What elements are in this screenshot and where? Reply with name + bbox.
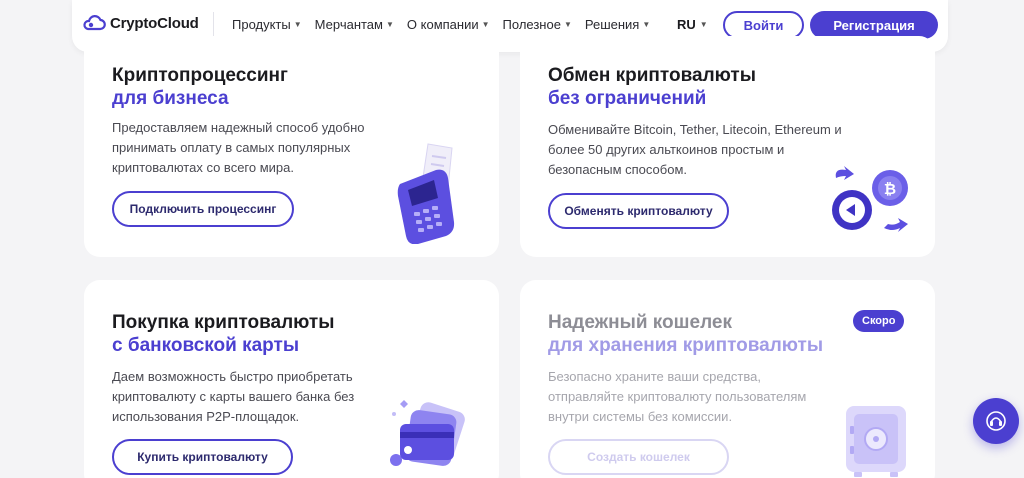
language-label: RU	[677, 17, 696, 32]
card-description: Предоставляем надежный способ удобно при…	[112, 120, 365, 175]
card-subtitle: без ограничений	[548, 88, 707, 109]
header-divider	[213, 12, 214, 38]
nav-label: О компании	[406, 17, 479, 32]
connect-processing-button[interactable]: Подключить процессинг	[112, 191, 294, 227]
register-button[interactable]: Регистрация	[810, 11, 938, 39]
support-chat-button[interactable]	[973, 398, 1019, 444]
card-title: Надежный кошелек	[548, 312, 732, 333]
chevron-down-icon: ▼	[699, 20, 708, 29]
exchange-crypto-button[interactable]: Обменять криптовалюту	[548, 193, 729, 229]
nav-label: Полезное	[502, 17, 561, 32]
language-selector[interactable]: RU ▼	[677, 17, 708, 32]
bank-cards-icon	[390, 400, 465, 466]
create-wallet-button[interactable]: Создать кошелек	[548, 439, 729, 475]
safe-icon	[846, 406, 906, 477]
card-processing: Криптопроцессинг для бизнеса Предоставля…	[84, 36, 499, 257]
card-title: Криптопроцессинг	[112, 65, 288, 86]
cloud-logo-icon	[83, 15, 106, 31]
chevron-down-icon: ▼	[385, 20, 394, 29]
card-subtitle: с банковской карты	[112, 335, 300, 356]
chevron-down-icon: ▼	[293, 20, 302, 29]
card-exchange: Обмен криптовалюты без ограничений Обмен…	[520, 36, 935, 257]
nav-item-merchants[interactable]: Мерчантам ▼	[315, 17, 394, 32]
nav-item-solutions[interactable]: Решения ▼	[585, 17, 650, 32]
pos-terminal-icon	[397, 143, 455, 244]
nav-label: Продукты	[232, 17, 291, 32]
card-description: Безопасно храните ваши средства, отправл…	[548, 369, 807, 424]
nav-label: Мерчантам	[314, 17, 383, 32]
login-button[interactable]: Войти	[723, 11, 804, 39]
card-description: Обменивайте Bitcoin, Tether, Litecoin, E…	[548, 122, 842, 177]
nav-item-useful[interactable]: Полезное ▼	[503, 17, 572, 32]
nav-label: Решения	[584, 17, 640, 32]
card-wallet: Надежный кошелек для хранения криптовалю…	[520, 280, 935, 478]
chevron-down-icon: ▼	[642, 20, 651, 29]
nav-item-products[interactable]: Продукты ▼	[232, 17, 302, 32]
support-chat-icon	[986, 411, 1006, 431]
svg-text:₿: ₿	[884, 180, 896, 198]
chevron-down-icon: ▼	[481, 20, 490, 29]
card-subtitle: для хранения криптовалюты	[548, 335, 824, 356]
logo-text: CryptoCloud	[110, 14, 199, 32]
card-buy: Покупка криптовалюты с банковской карты …	[84, 280, 499, 478]
card-subtitle: для бизнеса	[112, 88, 229, 109]
logo[interactable]: CryptoCloud	[82, 14, 199, 32]
card-title: Обмен криптовалюты	[548, 65, 756, 86]
chevron-down-icon: ▼	[563, 20, 572, 29]
coming-soon-badge: Скоро	[853, 310, 905, 332]
nav-item-about[interactable]: О компании ▼	[407, 17, 490, 32]
crypto-exchange-icon: ₿	[832, 166, 908, 232]
card-description: Даем возможность быстро приобретать крип…	[112, 369, 355, 424]
main-nav: Продукты ▼ Мерчантам ▼ О компании ▼ Полезно…	[232, 17, 663, 32]
card-title: Покупка криптовалюты	[112, 312, 335, 333]
buy-crypto-button[interactable]: Купить криптовалюту	[112, 439, 293, 475]
